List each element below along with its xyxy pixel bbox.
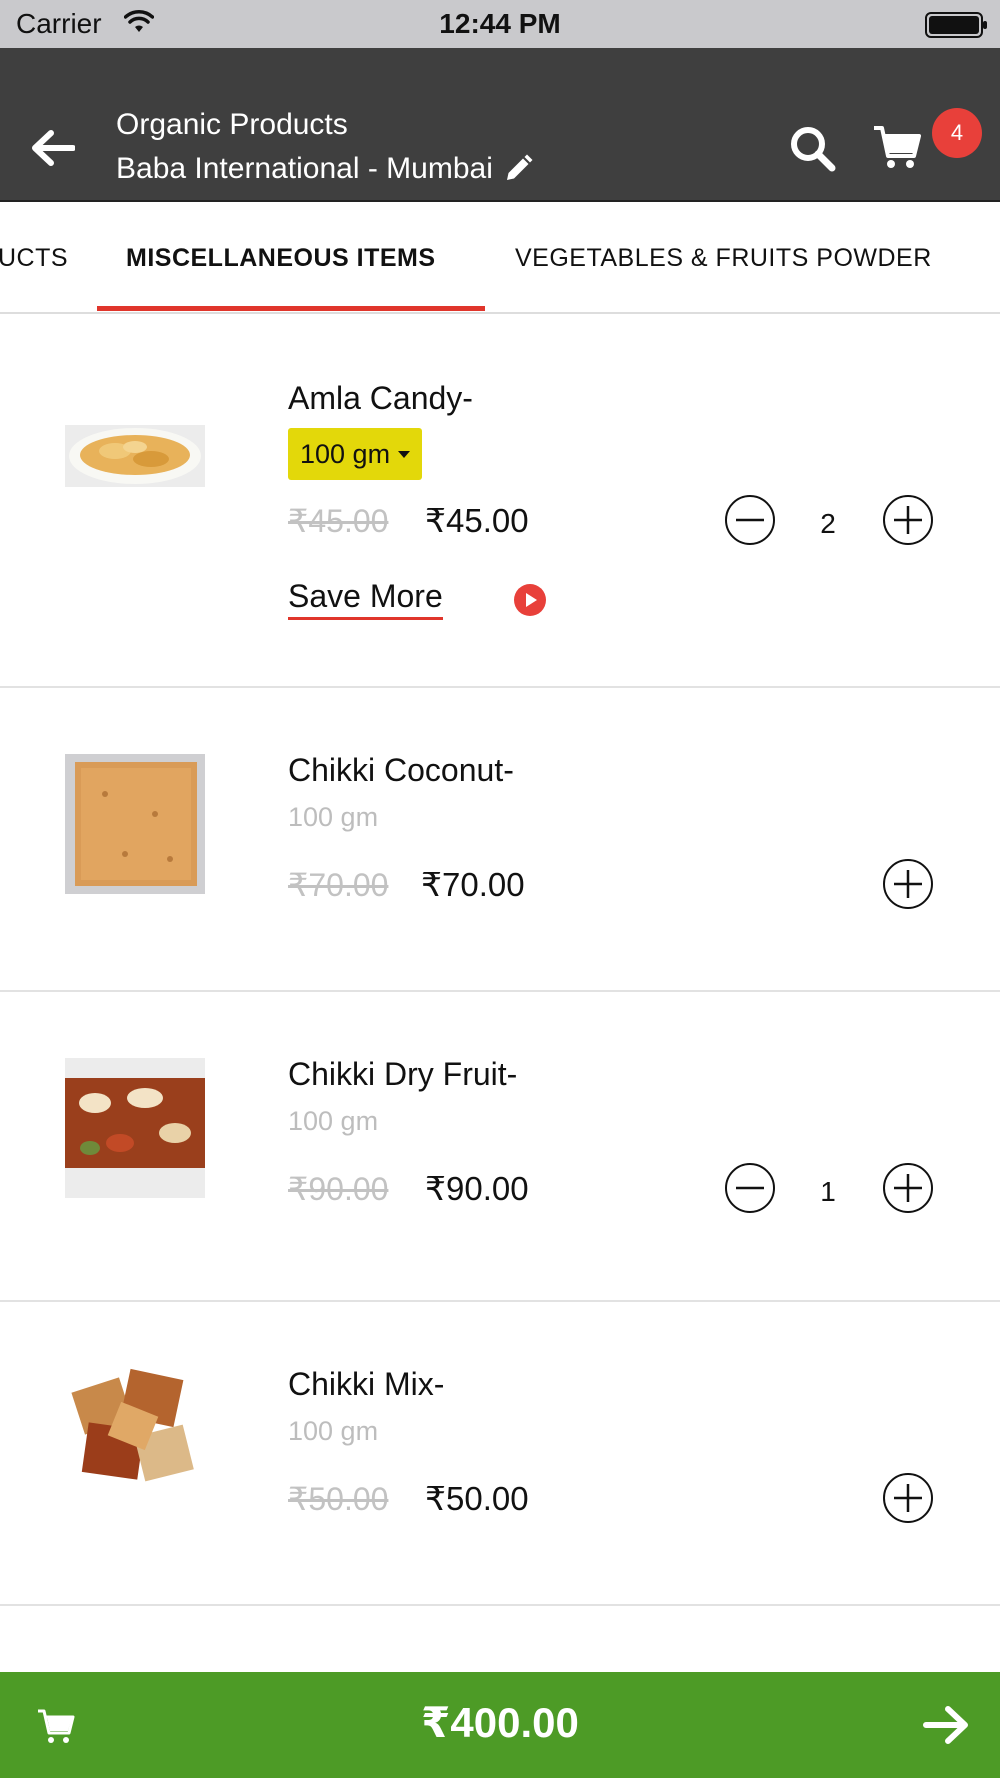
tab-products[interactable]: UCTS [0,244,68,273]
arrow-right-icon [923,1706,968,1744]
product-row[interactable]: Chikki Dry Fruit- 100 gm ₹90.00 ₹90.00 1 [0,994,1000,1302]
sale-price: ₹50.00 [425,1480,529,1517]
product-size: 100 gm [288,1416,379,1446]
cart-button[interactable] [872,122,922,172]
quantity-value: 1 [820,1176,836,1207]
sale-price: ₹90.00 [425,1170,529,1207]
product-size: 100 gm [288,1106,379,1136]
status-bar: Carrier 12:44 PM [0,0,1000,48]
checkout-bar[interactable]: ₹400.00 [0,1672,1000,1778]
category-tabs: UCTS MISCELLANEOUS ITEMS VEGETABLES & FR… [0,204,1000,314]
product-name: Chikki Mix- [288,1366,445,1402]
store-location-selector[interactable]: Baba International - Mumbai [116,152,533,186]
original-price: ₹45.00 [288,503,389,539]
product-image-chikki-mix [65,1364,205,1504]
product-row[interactable]: Chikki Mix- 100 gm ₹50.00 ₹50.00 [0,1304,1000,1606]
play-arrow-icon[interactable] [514,584,546,616]
product-image-chikki-dry-fruit [65,1058,205,1198]
size-dropdown[interactable]: 100 gm [288,428,423,480]
add-to-cart-button[interactable] [882,858,934,910]
checkout-arrow-button[interactable] [922,1702,972,1748]
plus-circle-icon [883,859,933,909]
search-icon [791,127,836,172]
original-price: ₹50.00 [288,1481,389,1517]
search-button[interactable] [788,124,836,172]
cart-total: ₹400.00 [421,1699,579,1746]
clock: 12:44 PM [439,8,561,39]
sale-price: ₹70.00 [421,866,525,903]
plus-circle-icon [883,1163,933,1213]
increase-quantity-button[interactable] [882,1162,934,1214]
quantity-value: 2 [820,508,836,539]
store-category-title: Organic Products [116,108,348,141]
minus-circle-icon [725,1163,775,1213]
original-price: ₹70.00 [288,867,389,903]
decrease-quantity-button[interactable] [724,1162,776,1214]
save-more-link[interactable]: Save More [288,578,443,620]
edit-pencil-icon [506,154,533,180]
product-image-amla-candy [65,386,205,526]
caret-down-icon [398,450,411,458]
active-tab-indicator [97,306,485,311]
product-name: Amla Candy- [288,380,473,416]
product-name: Chikki Dry Fruit- [288,1056,518,1092]
add-to-cart-button[interactable] [882,1472,934,1524]
plus-circle-icon [883,495,933,545]
size-dropdown-value: 100 gm [300,438,391,469]
original-price: ₹90.00 [288,1171,389,1207]
minus-circle-icon [725,495,775,545]
back-button[interactable] [24,122,80,174]
product-size: 100 gm [288,802,379,832]
tab-vegetables-fruits-powder[interactable]: VEGETABLES & FRUITS POWDER [515,244,932,273]
product-name: Chikki Coconut- [288,752,514,788]
nav-bar: Organic Products Baba International - Mu… [0,48,1000,202]
back-arrow-icon [32,130,75,166]
plus-circle-icon [883,1473,933,1523]
increase-quantity-button[interactable] [882,494,934,546]
cart-count-badge: 4 [932,108,982,158]
decrease-quantity-button[interactable] [724,494,776,546]
product-row[interactable]: Chikki Coconut- 100 gm ₹70.00 ₹70.00 [0,690,1000,992]
sale-price: ₹45.00 [425,502,529,539]
tab-miscellaneous-items[interactable]: MISCELLANEOUS ITEMS [126,244,436,273]
battery-icon [925,12,989,43]
cart-icon [874,126,921,168]
product-image-chikki-coconut [65,754,205,894]
store-location-label: Baba International - Mumbai [116,152,493,185]
product-row[interactable]: Amla Candy- 100 gm ₹45.00 ₹45.00 2 Save … [0,316,1000,688]
